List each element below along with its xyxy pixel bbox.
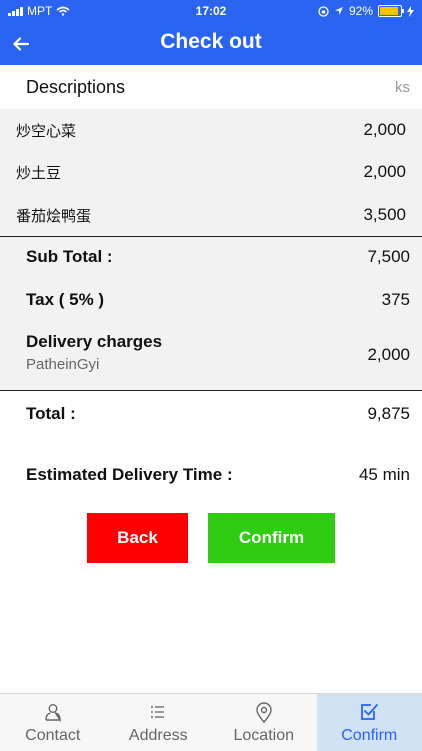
tab-location[interactable]: Location	[211, 694, 317, 751]
total-value: 9,875	[367, 404, 410, 424]
order-item: 炒空心菜 2,000	[0, 109, 422, 151]
subtotal-value: 7,500	[367, 247, 410, 267]
descriptions-header: Descriptions ks	[0, 65, 422, 109]
tab-location-label: Location	[211, 727, 317, 745]
back-button[interactable]: Back	[87, 513, 188, 563]
delivery-label: Delivery charges	[26, 332, 162, 352]
tab-address-label: Address	[106, 727, 212, 745]
item-name: 炒土豆	[16, 162, 61, 183]
price-summary: Sub Total : 7,500 Tax ( 5% ) 375 Deliver…	[0, 237, 422, 390]
location-arrow-icon	[334, 6, 344, 16]
descriptions-label: Descriptions	[26, 77, 125, 98]
item-price: 2,000	[363, 120, 406, 140]
tax-label: Tax ( 5% )	[26, 290, 104, 310]
currency-label: ks	[395, 79, 410, 96]
charging-bolt-icon	[407, 6, 414, 17]
delivery-value: 2,000	[367, 345, 410, 365]
battery-icon	[378, 5, 402, 17]
divider	[0, 390, 422, 391]
item-name: 炒空心菜	[16, 120, 76, 141]
tab-contact-label: Contact	[0, 727, 106, 745]
tab-confirm-label: Confirm	[317, 727, 422, 745]
battery-fill	[380, 7, 398, 15]
order-item-list: 炒空心菜 2,000 炒土豆 2,000 番茄烩鸭蛋 3,500	[0, 109, 422, 236]
total-row: Total : 9,875	[0, 392, 422, 436]
item-name: 番茄烩鸭蛋	[16, 205, 91, 226]
tab-bar: Contact Address Location Confirm	[0, 693, 422, 751]
list-icon	[106, 702, 212, 722]
battery-percent: 92%	[349, 4, 373, 18]
delivery-location: PatheinGyi	[26, 356, 99, 373]
order-item: 番茄烩鸭蛋 3,500	[0, 194, 422, 236]
tab-confirm[interactable]: Confirm	[317, 694, 422, 751]
item-price: 3,500	[363, 205, 406, 225]
tax-row: Tax ( 5% ) 375	[0, 280, 422, 320]
estimated-delivery-row: Estimated Delivery Time : 45 min	[0, 455, 422, 495]
status-right: 92%	[318, 4, 414, 18]
checkbox-icon	[317, 702, 422, 722]
page-title: Check out	[0, 30, 422, 54]
tab-address[interactable]: Address	[106, 694, 212, 751]
eta-value: 45 min	[359, 465, 410, 485]
map-pin-icon	[211, 702, 317, 722]
total-label: Total :	[26, 404, 76, 424]
navigation-bar: Check out	[0, 22, 422, 65]
subtotal-label: Sub Total :	[26, 247, 113, 267]
item-price: 2,000	[363, 162, 406, 182]
confirm-button[interactable]: Confirm	[208, 513, 335, 563]
subtotal-row: Sub Total : 7,500	[0, 237, 422, 277]
person-icon	[0, 702, 106, 722]
status-bar: MPT 17:02 92%	[0, 0, 422, 22]
tax-value: 375	[382, 290, 410, 310]
tab-contact[interactable]: Contact	[0, 694, 106, 751]
delivery-row: Delivery charges PatheinGyi 2,000	[0, 322, 422, 382]
orientation-lock-icon	[318, 6, 329, 17]
order-item: 炒土豆 2,000	[0, 151, 422, 193]
eta-label: Estimated Delivery Time :	[26, 465, 233, 485]
